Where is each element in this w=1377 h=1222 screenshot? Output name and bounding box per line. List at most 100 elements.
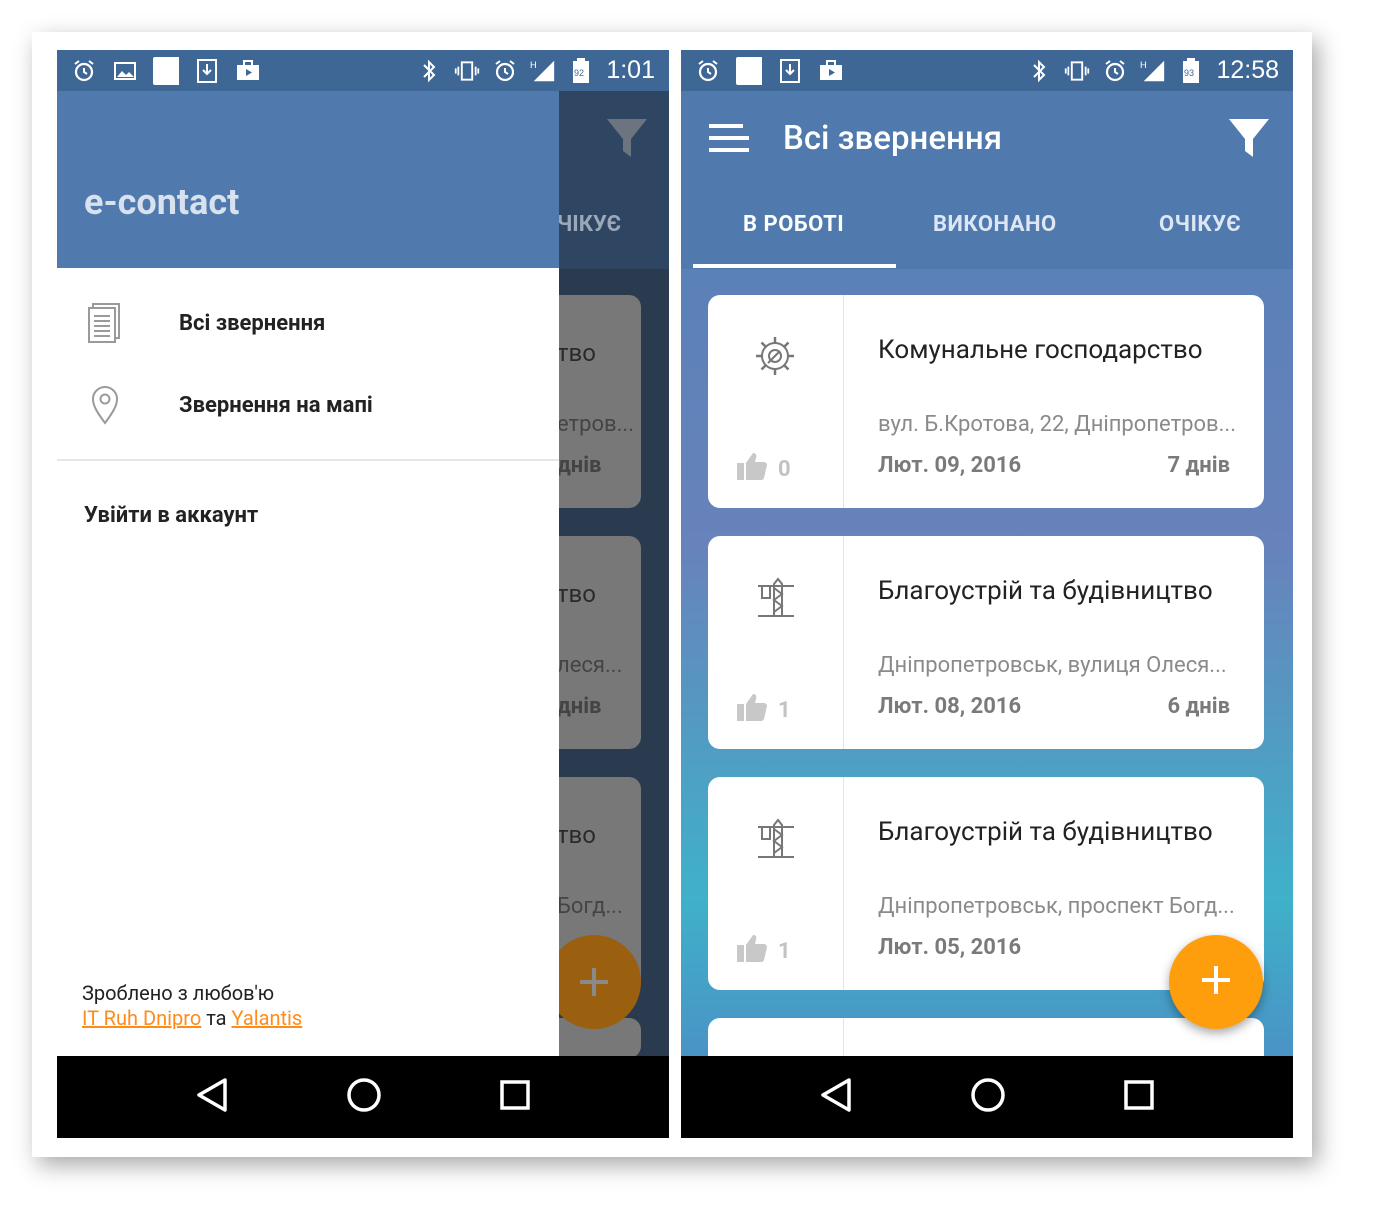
background-card-address: Богд... (557, 894, 623, 919)
active-tab-indicator (693, 264, 896, 268)
background-card-address: леся... (557, 653, 623, 678)
card-address: Дніпропетровськ, вулиця Олеся... (878, 653, 1227, 678)
system-nav-bar (57, 1056, 669, 1138)
tab-done[interactable]: ВИКОНАНО (933, 212, 1057, 237)
request-card[interactable]: 0 Комунальне господарство вул. Б.Кротова… (708, 295, 1264, 508)
svg-text:H: H (1140, 60, 1147, 70)
app-bar: Всі звернення (681, 91, 1293, 187)
drawer-item-label: Всі звернення (179, 310, 326, 336)
svg-text:93: 93 (1184, 68, 1194, 78)
card-category: Благоустрій та будівництво (878, 576, 1213, 606)
card-date: Лют. 05, 2016 (878, 935, 1022, 960)
navigation-drawer: e-contact Всі звернення Звернення на мап… (57, 91, 559, 1056)
crane-icon (754, 817, 796, 859)
background-card-address: етров... (557, 412, 635, 437)
made-with-love-text: Зроблено з любов'ю (82, 981, 275, 1005)
tab-pending[interactable]: ОЧІКУЄ (1159, 212, 1241, 237)
alarm-icon (71, 58, 97, 84)
card-divider (843, 295, 844, 508)
add-request-button[interactable] (1169, 935, 1263, 1029)
tab-in-progress[interactable]: В РОБОТІ (743, 212, 844, 237)
background-tab-fragment: ЧІКУЄ (557, 212, 622, 237)
hamburger-menu-icon[interactable] (707, 123, 749, 157)
thumbs-up-icon (736, 933, 768, 969)
bluetooth-icon (1026, 58, 1052, 84)
phone-right: H 93 12:58 Всі звернення В РОБОТІ ВИКОНА… (681, 50, 1293, 1138)
drawer-item-label: Звернення на мапі (179, 392, 373, 418)
back-icon[interactable] (195, 1077, 229, 1117)
likes-counter[interactable]: 1 (736, 933, 791, 969)
drawer-item-all-requests[interactable]: Всі звернення (57, 283, 559, 363)
download-icon (777, 58, 803, 84)
card-category: Благоустрій та будівництво (878, 817, 1213, 847)
download-icon (194, 58, 220, 84)
app-brand: e-contact (84, 181, 240, 223)
background-card-days: днів (557, 453, 602, 478)
background-card-title: тво (557, 580, 596, 608)
login-link[interactable]: Увійти в аккаунт (84, 503, 258, 528)
background-add-button (547, 935, 641, 1029)
likes-count: 1 (778, 697, 791, 723)
blank-notification-icon (153, 56, 179, 85)
briefcase-play-icon (818, 58, 844, 84)
drawer-item-map-requests[interactable]: Звернення на мапі (57, 365, 559, 445)
status-time: 12:58 (1216, 56, 1279, 84)
alarm-icon (695, 58, 721, 84)
card-category: Комунальне господарство (878, 335, 1203, 365)
background-card-title: тво (557, 821, 596, 849)
likes-count: 0 (778, 456, 791, 482)
svg-text:92: 92 (574, 68, 584, 78)
status-bar: H 92 1:01 (57, 50, 669, 91)
image-icon (112, 58, 138, 84)
card-days: 7 днів (1167, 453, 1230, 478)
card-address: Дніпропетровськ, проспект Богд... (878, 894, 1235, 919)
svg-text:H: H (530, 60, 537, 70)
bluetooth-icon (416, 58, 442, 84)
footer-conjunction: та (206, 1006, 227, 1030)
request-card[interactable]: 1 Благоустрій та будівництво Дніпропетро… (708, 536, 1264, 749)
recents-icon[interactable] (1123, 1079, 1155, 1115)
likes-counter[interactable]: 1 (736, 692, 791, 728)
status-time: 1:01 (606, 56, 655, 84)
vibrate-icon (1064, 58, 1090, 84)
card-address: вул. Б.Кротова, 22, Дніпропетров... (878, 412, 1237, 437)
card-divider (843, 536, 844, 749)
card-divider (843, 777, 844, 990)
likes-count: 1 (778, 938, 791, 964)
drawer-divider (57, 459, 559, 461)
likes-counter[interactable]: 0 (736, 451, 791, 487)
alarm-icon (1102, 58, 1128, 84)
briefcase-play-icon (235, 58, 261, 84)
background-card-days: днів (557, 694, 602, 719)
signal-icon: H (530, 58, 556, 84)
plus-icon (1199, 963, 1233, 1001)
alarm-icon (492, 58, 518, 84)
drawer-header: e-contact (57, 91, 559, 268)
card-date: Лют. 08, 2016 (878, 694, 1022, 719)
document-list-icon (85, 301, 125, 345)
battery-icon: 92 (568, 57, 594, 84)
card-days: 6 днів (1167, 694, 1230, 719)
it-ruh-dnipro-link[interactable]: IT Ruh Dnipro (82, 1006, 201, 1030)
battery-icon: 93 (1178, 57, 1204, 84)
background-card-title: тво (557, 339, 596, 367)
system-nav-bar (681, 1056, 1293, 1138)
back-icon[interactable] (819, 1077, 853, 1117)
blank-notification-icon (736, 56, 762, 85)
crane-icon (754, 576, 796, 618)
card-date: Лют. 09, 2016 (878, 453, 1022, 478)
tab-bar: В РОБОТІ ВИКОНАНО ОЧІКУЄ (681, 187, 1293, 269)
page-title: Всі звернення (783, 119, 1002, 158)
filter-icon[interactable] (1227, 117, 1271, 165)
filter-icon (605, 117, 649, 165)
recents-icon[interactable] (499, 1079, 531, 1115)
vibrate-icon (454, 58, 480, 84)
status-bar: H 93 12:58 (681, 50, 1293, 91)
home-icon[interactable] (346, 1077, 382, 1117)
gear-wrench-icon (754, 335, 796, 377)
home-icon[interactable] (970, 1077, 1006, 1117)
phone-left: H 92 1:01 ЧІКУЄ тво етров... днів тво ле… (57, 50, 669, 1138)
thumbs-up-icon (736, 692, 768, 728)
yalantis-link[interactable]: Yalantis (232, 1006, 303, 1030)
drawer-footer: Зроблено з любов'ю IT Ruh Dnipro та Yala… (82, 981, 302, 1031)
